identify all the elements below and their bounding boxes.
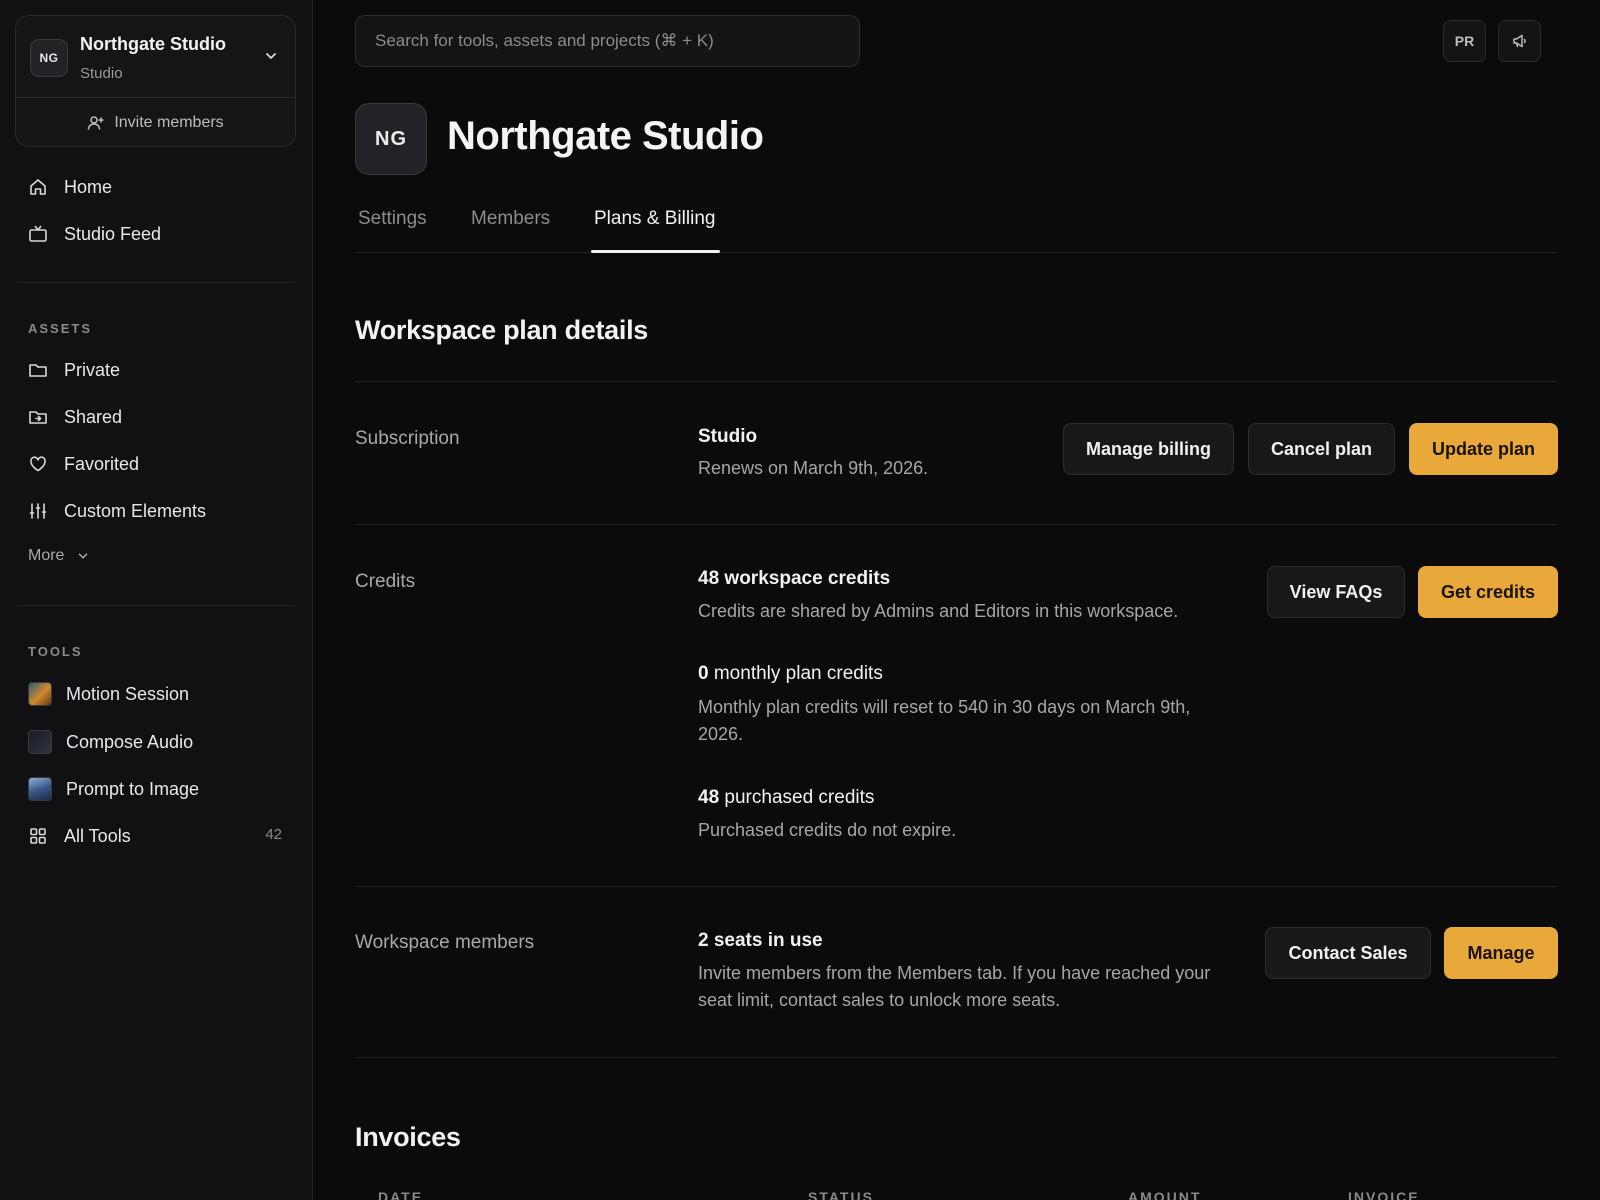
invite-members-button[interactable]: Invite members bbox=[16, 98, 295, 147]
workspace-name: Northgate Studio bbox=[80, 34, 226, 54]
tools-section-label: TOOLS bbox=[28, 644, 83, 659]
workspace-credits-count: 48 bbox=[698, 568, 720, 589]
sidebar-item-custom-elements[interactable]: Custom Elements bbox=[28, 498, 206, 524]
invite-members-label: Invite members bbox=[114, 113, 224, 131]
sliders-icon bbox=[28, 501, 48, 521]
plan-details-heading: Workspace plan details bbox=[355, 315, 649, 345]
invoice-col-amount: AMOUNT bbox=[1128, 1189, 1202, 1200]
workspace-members-label: Workspace members bbox=[355, 932, 535, 953]
subscription-renewal: Renews on March 9th, 2026. bbox=[698, 458, 929, 478]
add-user-icon bbox=[88, 115, 105, 130]
workspace-switcher: NG Northgate Studio Studio Invite member… bbox=[15, 15, 296, 147]
invoice-col-date: DATE bbox=[378, 1189, 424, 1200]
manage-billing-button[interactable]: Manage billing bbox=[1063, 423, 1234, 475]
tv-icon bbox=[28, 224, 48, 244]
subscription-label: Subscription bbox=[355, 428, 460, 449]
workspace-credits-title: 48 workspace credits bbox=[698, 568, 890, 590]
shared-folder-icon bbox=[28, 407, 48, 427]
invoices-heading: Invoices bbox=[355, 1122, 461, 1152]
monthly-credits-desc: Monthly plan credits will reset to 540 i… bbox=[698, 697, 1191, 744]
tab-members[interactable]: Members bbox=[471, 208, 550, 230]
section-divider bbox=[355, 524, 1558, 525]
tab-plans-billing[interactable]: Plans & Billing bbox=[594, 208, 715, 230]
folder-icon bbox=[28, 360, 48, 380]
sidebar-item-compose-audio[interactable]: Compose Audio bbox=[28, 729, 193, 755]
sidebar-item-label: Custom Elements bbox=[64, 500, 207, 521]
invoice-col-invoice: INVOICE bbox=[1348, 1189, 1420, 1200]
grid-icon bbox=[28, 826, 48, 846]
contact-sales-button[interactable]: Contact Sales bbox=[1265, 927, 1431, 979]
workspace-avatar: NG bbox=[30, 39, 68, 77]
purchased-credits-label: purchased credits bbox=[724, 787, 875, 808]
sidebar-item-prompt-to-image[interactable]: Prompt to Image bbox=[28, 776, 199, 802]
sidebar-item-label: Compose Audio bbox=[66, 731, 194, 752]
motion-session-thumbnail-icon bbox=[28, 682, 52, 706]
monthly-credits-title: 0 monthly plan credits bbox=[698, 663, 883, 685]
assets-section-label: ASSETS bbox=[28, 321, 93, 336]
sidebar-item-private[interactable]: Private bbox=[28, 357, 120, 383]
workspace-credits-label: workspace credits bbox=[724, 568, 891, 589]
seats-desc: Invite members from the Members tab. If … bbox=[698, 963, 1211, 1010]
section-divider bbox=[355, 886, 1558, 887]
workspace-credits-desc: Credits are shared by Admins and Editors… bbox=[698, 601, 1179, 621]
purchased-credits-count: 48 bbox=[698, 787, 720, 808]
nav-home-label: Home bbox=[64, 176, 113, 197]
sidebar: NG Northgate Studio Studio Invite member… bbox=[0, 0, 313, 1200]
sidebar-divider bbox=[18, 282, 294, 283]
page-title: Northgate Studio bbox=[447, 114, 764, 158]
org-avatar: NG bbox=[355, 103, 427, 175]
monthly-credits-label: monthly plan credits bbox=[713, 663, 883, 684]
search-bar bbox=[355, 15, 860, 67]
sidebar-item-favorited[interactable]: Favorited bbox=[28, 451, 139, 477]
manage-members-button[interactable]: Manage bbox=[1444, 927, 1558, 979]
announcements-button[interactable] bbox=[1498, 20, 1541, 62]
sidebar-item-label: Shared bbox=[64, 406, 123, 427]
all-tools-count: 42 bbox=[265, 826, 282, 843]
more-label: More bbox=[28, 547, 65, 564]
tab-settings[interactable]: Settings bbox=[358, 208, 427, 230]
purchased-credits-desc: Purchased credits do not expire. bbox=[698, 820, 957, 840]
update-plan-button[interactable]: Update plan bbox=[1409, 423, 1558, 475]
compose-audio-thumbnail-icon bbox=[28, 730, 52, 754]
view-faqs-button[interactable]: View FAQs bbox=[1267, 566, 1405, 618]
active-tab-indicator bbox=[591, 250, 720, 253]
sidebar-item-shared[interactable]: Shared bbox=[28, 404, 122, 430]
get-credits-button[interactable]: Get credits bbox=[1418, 566, 1558, 618]
cancel-plan-button[interactable]: Cancel plan bbox=[1248, 423, 1395, 475]
home-icon bbox=[28, 177, 48, 197]
workspace-selector[interactable]: NG Northgate Studio Studio bbox=[16, 16, 295, 98]
invoice-col-status: STATUS bbox=[808, 1189, 874, 1200]
search-input[interactable] bbox=[375, 31, 859, 51]
sidebar-item-all-tools[interactable]: All Tools bbox=[28, 823, 131, 849]
subscription-plan-name: Studio bbox=[698, 426, 758, 447]
section-divider bbox=[355, 1057, 1558, 1058]
heart-icon bbox=[28, 454, 48, 474]
sidebar-item-label: Motion Session bbox=[66, 683, 190, 704]
user-avatar-button[interactable]: PR bbox=[1443, 20, 1486, 62]
more-button[interactable]: More bbox=[28, 547, 90, 565]
seats-in-use: 2 seats in use bbox=[698, 930, 823, 951]
nav-home[interactable]: Home bbox=[28, 174, 112, 200]
sidebar-divider bbox=[18, 605, 294, 606]
chevron-down-icon[interactable] bbox=[263, 48, 279, 64]
monthly-credits-count: 0 bbox=[698, 663, 709, 684]
sidebar-item-label: Prompt to Image bbox=[66, 778, 200, 799]
nav-studio-feed[interactable]: Studio Feed bbox=[28, 221, 161, 247]
sidebar-item-motion-session[interactable]: Motion Session bbox=[28, 681, 189, 707]
purchased-credits-title: 48 purchased credits bbox=[698, 787, 874, 809]
tab-bar: Settings Members Plans & Billing bbox=[355, 200, 1558, 253]
sidebar-item-label: Favorited bbox=[64, 453, 140, 474]
chevron-down-icon bbox=[79, 553, 88, 559]
prompt-to-image-thumbnail-icon bbox=[28, 777, 52, 801]
sidebar-item-label: Private bbox=[64, 359, 121, 380]
workspace-plan: Studio bbox=[80, 65, 123, 82]
nav-studio-feed-label: Studio Feed bbox=[64, 223, 162, 244]
credits-label: Credits bbox=[355, 571, 416, 592]
megaphone-icon bbox=[1512, 34, 1526, 48]
sidebar-item-label: All Tools bbox=[64, 825, 131, 846]
section-divider bbox=[355, 381, 1558, 382]
